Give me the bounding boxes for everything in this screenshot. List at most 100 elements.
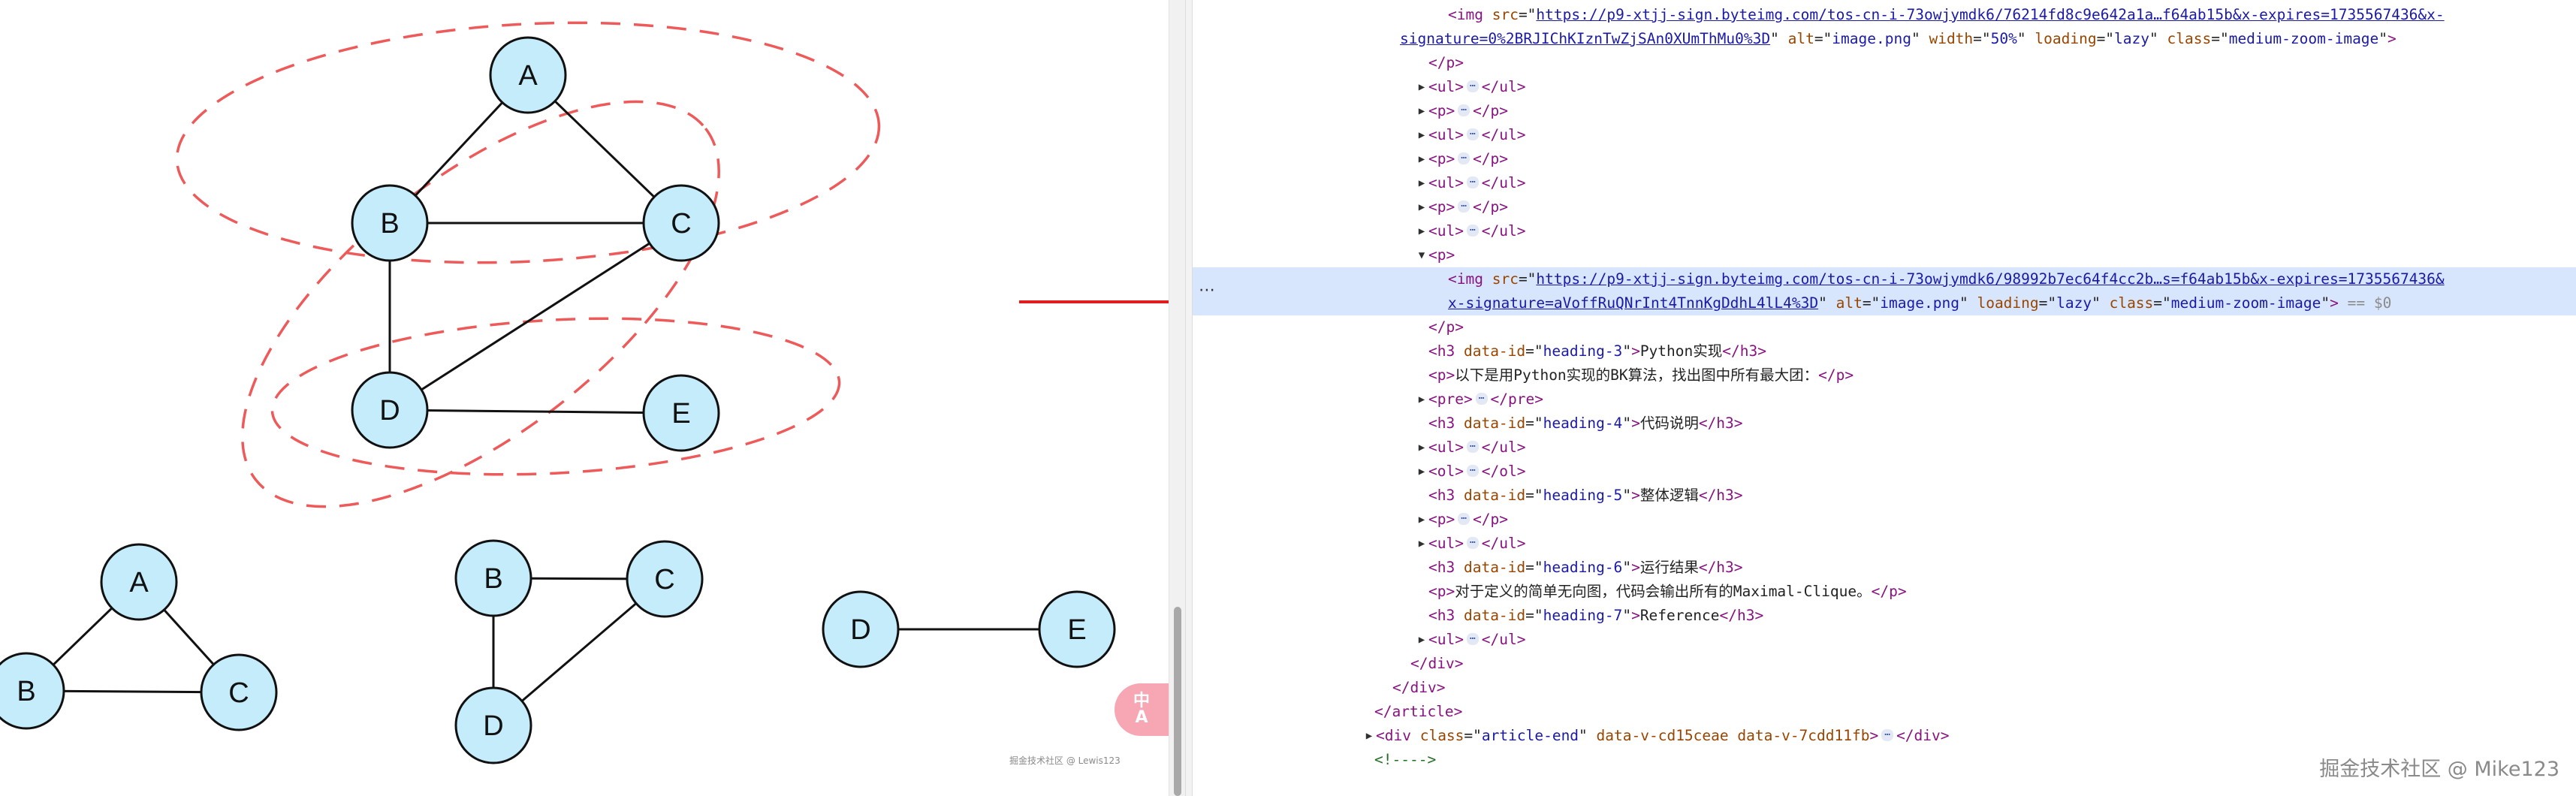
graph-node-E-label: E	[671, 398, 690, 430]
tag-name: </ul>	[1481, 439, 1526, 456]
tag-name: </h3>	[1698, 559, 1743, 576]
graph-node-B-label: B	[380, 208, 399, 240]
article-scrollbar-thumb[interactable]	[1174, 607, 1181, 796]
expand-triangle-icon[interactable]: ▶	[1415, 99, 1428, 123]
dom-node-row[interactable]: <p>对于定义的简单无向图，代码会输出所有的Maximal-Clique。</p…	[1193, 580, 2576, 604]
attr-value: image.png	[1880, 294, 1959, 312]
dom-node-row[interactable]: <h3 data-id="heading-6">运行结果</h3>	[1193, 556, 2576, 580]
attr-name: width	[1920, 30, 1974, 47]
punct: "	[2149, 30, 2158, 47]
expand-ellipsis-icon[interactable]: ⋯	[1466, 176, 1479, 188]
dom-node-row[interactable]: </div>	[1193, 652, 2576, 676]
expand-ellipsis-icon[interactable]: ⋯	[1881, 728, 1894, 741]
clique-2-node-C-label: C	[654, 564, 674, 595]
dom-node-row-selected[interactable]: x-signature=aVoffRuQNrInt4TnnKgDdhL4lL4%…	[1193, 291, 2576, 315]
clique-1-node-C-label: C	[228, 677, 249, 709]
image-watermark: 掘金技术社区 @ Lewis123	[1009, 755, 1121, 766]
attr-value: lazy	[2056, 294, 2092, 312]
clique-3-node-D-label: D	[850, 614, 870, 646]
dom-node-row[interactable]: </div>	[1193, 676, 2576, 700]
punct: ="	[2096, 30, 2115, 47]
dom-node-row[interactable]: </p>	[1193, 51, 2576, 75]
dom-node-row[interactable]: <h3 data-id="heading-3">Python实现</h3>	[1193, 339, 2576, 363]
dom-node-row[interactable]: ▶ <ul> ⋯ </ul>	[1193, 171, 2576, 195]
expand-triangle-icon[interactable]: ▶	[1415, 460, 1428, 484]
graph-diagram: A B C D E A B C B C D D E	[0, 21, 1169, 764]
tag-name: </p>	[1473, 198, 1509, 216]
dom-node-row[interactable]: <p>以下是用Python实现的BK算法，找出图中所有最大团：</p>	[1193, 363, 2576, 387]
expand-ellipsis-icon[interactable]: ⋯	[1466, 464, 1479, 477]
punct: "	[1579, 727, 1588, 744]
attr-name: data-id	[1455, 415, 1526, 432]
punct: "	[1959, 294, 1968, 312]
article-scrollbar[interactable]	[1169, 0, 1185, 796]
dom-node-row[interactable]: ▶ <ul> ⋯ </ul>	[1193, 219, 2576, 243]
expand-triangle-icon[interactable]: ▶	[1362, 724, 1376, 748]
dom-node-row[interactable]: ▶ <ul> ⋯ </ul>	[1193, 75, 2576, 99]
tag-name: <p>	[1428, 511, 1455, 528]
tag-name: <ul>	[1428, 78, 1464, 95]
src-link: signature=0%2BRJIChKIznTwZjSAn0XUmThMu0%…	[1400, 30, 1771, 47]
translate-button[interactable]: 中 A	[1115, 683, 1169, 736]
punct: ="	[1973, 30, 1991, 47]
dom-node-row[interactable]: <h3 data-id="heading-5">整体逻辑</h3>	[1193, 484, 2576, 508]
expand-triangle-icon[interactable]: ▶	[1415, 123, 1428, 147]
dom-node-row[interactable]: signature=0%2BRJIChKIznTwZjSAn0XUmThMu0%…	[1193, 27, 2576, 51]
dom-node-row[interactable]: ▶ <ul> ⋯ </ul>	[1193, 436, 2576, 460]
expand-ellipsis-icon[interactable]: ⋯	[1466, 80, 1479, 92]
dom-node-row[interactable]: ▶ <ul> ⋯ </ul>	[1193, 532, 2576, 556]
expand-ellipsis-icon[interactable]: ⋯	[1466, 536, 1479, 549]
tag-name: </ul>	[1481, 174, 1526, 191]
tag-name: </div>	[1392, 679, 1446, 696]
expand-triangle-icon[interactable]: ▶	[1415, 195, 1428, 219]
expand-triangle-icon[interactable]: ▶	[1415, 508, 1428, 532]
dom-node-row[interactable]: ▶ <p> ⋯ </p>	[1193, 195, 2576, 219]
tag-name: >	[2387, 30, 2397, 47]
expand-ellipsis-icon[interactable]: ⋯	[1475, 392, 1488, 405]
expand-ellipsis-icon[interactable]: ⋯	[1466, 632, 1479, 645]
dom-node-row[interactable]: ▶ <ul> ⋯ </ul>	[1193, 628, 2576, 652]
dom-node-row[interactable]: ▶ <pre> ⋯ </pre>	[1193, 387, 2576, 412]
expand-triangle-icon[interactable]: ▶	[1415, 219, 1428, 243]
expand-triangle-icon[interactable]: ▶	[1415, 387, 1428, 412]
tag-name: <p>	[1428, 246, 1455, 264]
expand-ellipsis-icon[interactable]: ⋯	[1466, 128, 1479, 140]
dom-node-row[interactable]: ▶ <ul> ⋯ </ul>	[1193, 123, 2576, 147]
dom-node-row[interactable]: <img src="https://p9-xtjj-sign.byteimg.c…	[1193, 3, 2576, 27]
expand-ellipsis-icon[interactable]: ⋯	[1466, 440, 1479, 453]
dom-node-row[interactable]: </article>	[1193, 700, 2576, 724]
expand-triangle-icon[interactable]: ▶	[1415, 436, 1428, 460]
expand-triangle-icon[interactable]: ▶	[1415, 75, 1428, 99]
dom-node-row[interactable]: <h3 data-id="heading-7">Reference</h3>	[1193, 604, 2576, 628]
dom-node-row[interactable]: ▶ <div class="article-end" data-v-cd15cea…	[1193, 724, 2576, 748]
punct: ="	[1525, 487, 1543, 504]
expand-ellipsis-icon[interactable]: ⋯	[1458, 104, 1470, 116]
dom-node-row[interactable]: <h3 data-id="heading-4">代码说明</h3>	[1193, 412, 2576, 436]
graph-node-C-label: C	[671, 208, 691, 240]
expand-triangle-icon[interactable]: ▶	[1415, 532, 1428, 556]
dom-node-row[interactable]: ▶ <p> ⋯ </p>	[1193, 99, 2576, 123]
expand-triangle-icon[interactable]: ▶	[1415, 147, 1428, 171]
dom-node-row[interactable]: </p>	[1193, 315, 2576, 339]
dom-node-row[interactable]: ▶ <ol> ⋯ </ol>	[1193, 460, 2576, 484]
graph-node-A-label: A	[518, 60, 538, 92]
attr-value: heading-7	[1543, 607, 1623, 624]
dom-node-row[interactable]: ▶ <p> ⋯ </p>	[1193, 508, 2576, 532]
expand-ellipsis-icon[interactable]: ⋯	[1466, 224, 1479, 237]
expand-ellipsis-icon[interactable]: ⋯	[1458, 512, 1470, 525]
attr-value: article-end	[1481, 727, 1579, 744]
tag-name: <p>	[1428, 150, 1455, 167]
pane-divider[interactable]	[1185, 0, 1193, 796]
expand-triangle-icon[interactable]: ▶	[1415, 171, 1428, 195]
dom-node-row-selected[interactable]: <img src="https://p9-xtjj-sign.byteimg.c…	[1193, 267, 2576, 291]
expand-ellipsis-icon[interactable]: ⋯	[1458, 200, 1470, 213]
selected-row-menu-icon[interactable]: ⋯	[1199, 281, 1216, 300]
attr-value: medium-zoom-image	[2228, 30, 2379, 47]
attr-value: heading-6	[1543, 559, 1623, 576]
dom-node-row[interactable]: ▶ <p> ⋯ </p>	[1193, 147, 2576, 171]
collapse-triangle-icon[interactable]: ▼	[1415, 243, 1428, 267]
tag-name: </p>	[1871, 583, 1907, 600]
expand-triangle-icon[interactable]: ▶	[1415, 628, 1428, 652]
dom-node-row[interactable]: ▼ <p>	[1193, 243, 2576, 267]
expand-ellipsis-icon[interactable]: ⋯	[1458, 152, 1470, 164]
